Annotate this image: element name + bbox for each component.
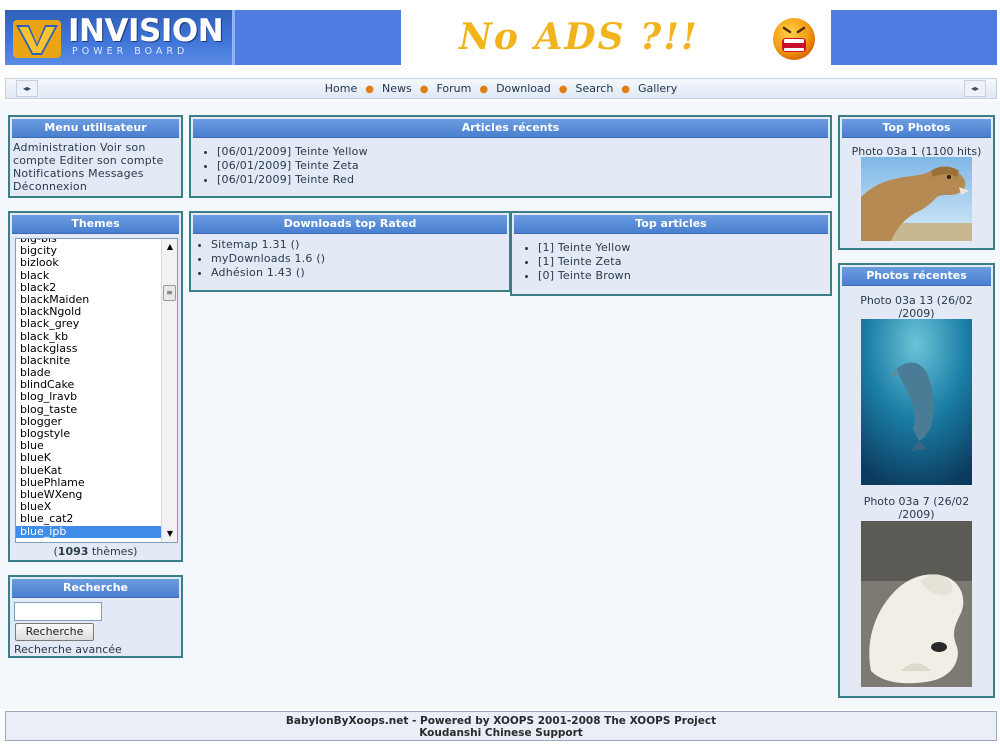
scroll-up-arrow-icon[interactable]: ▲: [164, 241, 176, 253]
nav-link-home[interactable]: Home: [325, 82, 357, 95]
nav-scroll-right-button[interactable]: ◂▸: [964, 80, 986, 97]
header-band-right: [831, 10, 997, 65]
top-article-link[interactable]: [1] Teinte Zeta: [538, 255, 826, 269]
themes-box: Themes big-bis bigcity bizlook black black2 b…: [8, 211, 183, 562]
theme-option[interactable]: bizlook: [16, 257, 162, 269]
themes-title: Themes: [12, 215, 179, 234]
search-button[interactable]: Recherche: [15, 623, 94, 641]
recent-articles-list: [06/01/2009] Teinte Yellow [06/01/2009] …: [195, 145, 826, 187]
polar-bear-image: [861, 521, 972, 687]
search-title: Recherche: [12, 579, 179, 598]
article-link[interactable]: [06/01/2009] Teinte Zeta: [217, 159, 826, 173]
top-articles-list: [1] Teinte Yellow [1] Teinte Zeta [0] Te…: [516, 241, 826, 283]
top-articles-title: Top articles: [514, 215, 828, 234]
user-menu-links[interactable]: Administration Voir son compte Editer so…: [10, 138, 181, 196]
bullet-icon: ●: [419, 84, 429, 95]
site-logo[interactable]: INVISION POWER BOARD: [5, 10, 235, 65]
camel-image: [861, 157, 972, 241]
footer-credits[interactable]: BabylonByXoops.net - Powered by XOOPS 20…: [6, 715, 996, 727]
theme-option[interactable]: blue_ipb: [16, 525, 162, 538]
dolphin-photo[interactable]: [861, 319, 972, 485]
recent-articles-title: Articles récents: [193, 119, 828, 138]
themes-scrollbar[interactable]: ▲ ≡ ▼: [161, 239, 177, 542]
recent-photo-caption[interactable]: Photo 03a 13 (26/02 /2009): [840, 294, 993, 320]
bullet-icon: ●: [621, 84, 631, 95]
top-articles-box: Top articles [1] Teinte Yellow [1] Teint…: [510, 211, 832, 296]
bullet-icon: ●: [365, 84, 374, 95]
themes-listbox[interactable]: big-bis bigcity bizlook black black2 blackMai…: [15, 238, 178, 543]
shouting-smiley-icon: [773, 18, 815, 60]
nav-link-download[interactable]: Download: [496, 82, 551, 95]
advanced-search-link[interactable]: Recherche avancée: [14, 643, 122, 656]
top-photos-box: Top Photos Photo 03a 1 (1100 hits): [838, 115, 995, 250]
camel-photo[interactable]: [861, 157, 972, 241]
theme-option[interactable]: black_grey: [16, 318, 162, 330]
dolphin-image: [861, 319, 972, 485]
recent-articles-box: Articles récents [06/01/2009] Teinte Yel…: [189, 115, 832, 198]
download-link[interactable]: myDownloads 1.6 (): [211, 252, 505, 266]
top-photos-title: Top Photos: [842, 119, 991, 138]
search-box: Recherche Recherche Recherche avancée: [8, 575, 183, 658]
downloads-list: Sitemap 1.31 () myDownloads 1.6 () Adhés…: [191, 238, 505, 280]
theme-option[interactable]: black: [16, 269, 162, 282]
top-article-link[interactable]: [0] Teinte Brown: [538, 269, 826, 283]
nav-link-search[interactable]: Search: [576, 82, 614, 95]
scroll-down-arrow-icon[interactable]: ▼: [164, 528, 176, 540]
scroll-thumb[interactable]: ≡: [163, 285, 176, 301]
logo-title: INVISION: [68, 13, 224, 49]
article-link[interactable]: [06/01/2009] Teinte Yellow: [217, 145, 826, 159]
logo-subtitle: POWER BOARD: [72, 46, 189, 57]
nav-link-gallery[interactable]: Gallery: [638, 82, 677, 95]
recent-photo-caption[interactable]: Photo 03a 7 (26/02 /2009): [840, 495, 993, 521]
main-navbar: ◂▸ Home ● News ● Forum ● Download ● Search ● Galle…: [5, 78, 997, 99]
search-input[interactable]: [14, 602, 102, 621]
ad-text: No ADS ?!!: [459, 16, 699, 58]
bullet-icon: ●: [558, 84, 568, 95]
downloads-box: Downloads top Rated Sitemap 1.31 () myDo…: [189, 211, 511, 292]
downloads-title: Downloads top Rated: [193, 215, 507, 234]
user-menu-title: Menu utilisateur: [12, 119, 179, 138]
caption-line: Photo 03a 13 (26/02: [860, 294, 973, 307]
caption-line: /2009): [898, 508, 935, 521]
polar-bear-photo[interactable]: [861, 521, 972, 687]
nav-link-news[interactable]: News: [382, 82, 412, 95]
themes-count-number: 1093: [57, 545, 89, 558]
logo-v-icon: [13, 20, 61, 58]
themes-count: (1093 thèmes): [10, 545, 181, 558]
article-link[interactable]: [06/01/2009] Teinte Red: [217, 173, 826, 187]
caption-line: Photo 03a 7 (26/02: [863, 495, 970, 508]
download-link[interactable]: Sitemap 1.31 (): [211, 238, 505, 252]
theme-option[interactable]: blue_cat2: [16, 513, 162, 525]
footer-support[interactable]: Koudanshi Chinese Support: [6, 727, 996, 739]
bullet-icon: ●: [479, 84, 489, 95]
recent-photos-box: Photos récentes Photo 03a 13 (26/02 /200…: [838, 263, 995, 698]
themes-options[interactable]: big-bis bigcity bizlook black black2 blackMai…: [16, 239, 162, 538]
theme-option[interactable]: blog_taste: [16, 403, 162, 416]
download-link[interactable]: Adhésion 1.43 (): [211, 266, 505, 280]
nav-links: Home ● News ● Forum ● Download ● Search ● Gallery: [6, 82, 996, 95]
theme-option[interactable]: blueKat: [16, 464, 162, 477]
user-menu-box: Menu utilisateur Administration Voir son…: [8, 115, 183, 198]
recent-photos-title: Photos récentes: [842, 267, 991, 286]
theme-option[interactable]: black_kb: [16, 330, 162, 343]
site-header: INVISION POWER BOARD No ADS ?!!: [5, 10, 997, 65]
ad-banner[interactable]: No ADS ?!!: [401, 10, 831, 65]
site-footer: BabylonByXoops.net - Powered by XOOPS 20…: [5, 711, 997, 741]
theme-option[interactable]: blueK: [16, 452, 162, 464]
header-band: [238, 10, 401, 65]
themes-count-suffix: thèmes): [88, 545, 138, 558]
theme-option[interactable]: blog_lravb: [16, 391, 162, 403]
top-article-link[interactable]: [1] Teinte Yellow: [538, 241, 826, 255]
nav-link-forum[interactable]: Forum: [436, 82, 471, 95]
